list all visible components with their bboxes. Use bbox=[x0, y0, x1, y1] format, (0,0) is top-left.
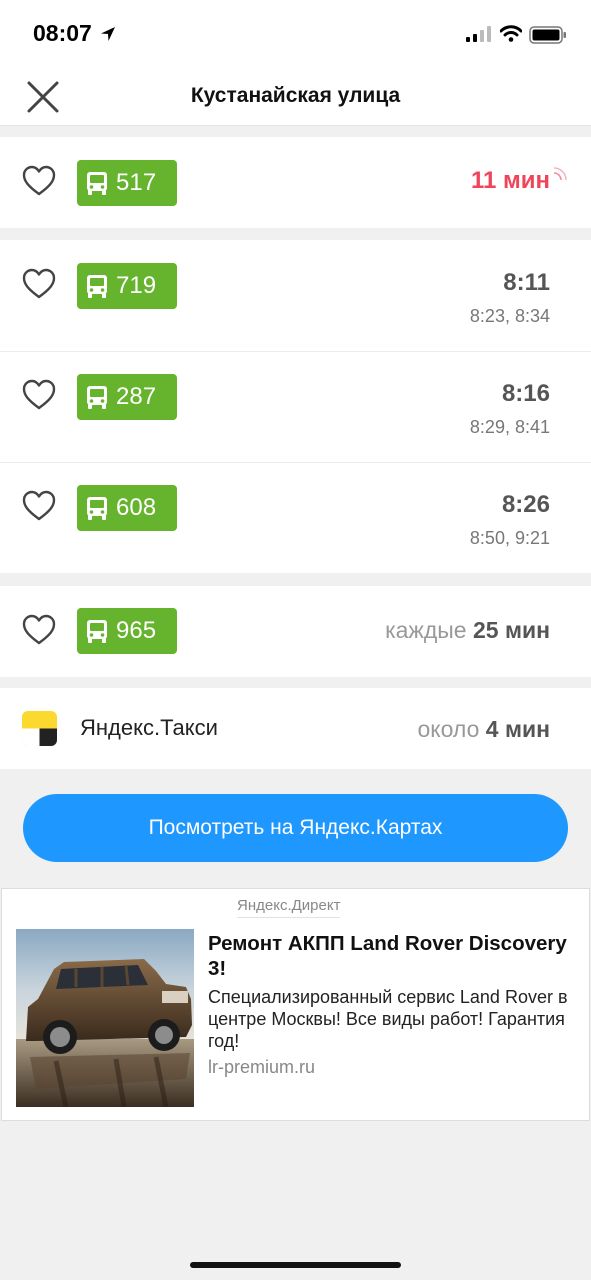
route-badge[interactable]: 517 bbox=[77, 160, 177, 206]
later-departures: 8:23, 8:34 bbox=[469, 306, 550, 326]
next-departure: 8:16 bbox=[501, 380, 550, 407]
home-indicator[interactable] bbox=[190, 1262, 401, 1268]
ad-image[interactable] bbox=[16, 929, 194, 1107]
route-badge[interactable]: 719 bbox=[77, 263, 177, 309]
route-badge[interactable]: 287 bbox=[77, 374, 177, 420]
bus-icon bbox=[87, 386, 107, 409]
cellular-signal-icon bbox=[466, 26, 491, 42]
open-in-yandex-maps-label: Посмотреть на Яндекс.Картах bbox=[148, 816, 443, 839]
route-row[interactable]: 608 8:26 8:50, 9:21 bbox=[0, 462, 591, 573]
bus-icon bbox=[87, 620, 107, 643]
ad-source: Яндекс.Директ bbox=[237, 897, 341, 918]
next-departure: 8:11 bbox=[503, 269, 550, 296]
yandex-taxi-logo bbox=[22, 711, 57, 746]
later-departures: 8:29, 8:41 bbox=[469, 417, 550, 437]
ad-text: Специализированный сервис Land Rover в ц… bbox=[208, 987, 568, 1051]
favorite-heart-icon[interactable] bbox=[22, 165, 56, 197]
interval-route-card: 965 каждые 25 мин bbox=[0, 586, 591, 677]
taxi-eta-prefix: около bbox=[417, 716, 480, 742]
ad-block[interactable]: Яндекс.Директ Ремонт АКПП Land Rover Dis… bbox=[1, 888, 590, 1121]
favorite-heart-icon[interactable] bbox=[22, 268, 56, 300]
next-departure: 8:26 bbox=[501, 491, 550, 518]
battery-icon bbox=[529, 26, 566, 44]
interval-prefix: каждые bbox=[385, 617, 467, 643]
route-row[interactable]: 517 11 мин bbox=[0, 137, 591, 228]
favorite-heart-icon[interactable] bbox=[22, 614, 56, 646]
taxi-eta: около 4 мин bbox=[418, 716, 551, 743]
header: Кустанайская улица bbox=[0, 70, 591, 126]
bus-icon bbox=[87, 275, 107, 298]
taxi-name: Яндекс.Такси bbox=[80, 715, 218, 740]
open-in-yandex-maps-button[interactable]: Посмотреть на Яндекс.Картах bbox=[23, 794, 568, 862]
live-signal-icon bbox=[553, 167, 567, 181]
later-departures: 8:50, 9:21 bbox=[469, 528, 550, 548]
wifi-icon bbox=[500, 25, 522, 42]
taxi-card[interactable]: Яндекс.Такси около 4 мин bbox=[0, 688, 591, 769]
interval-info: каждые 25 мин bbox=[385, 617, 550, 644]
route-badge[interactable]: 965 bbox=[77, 608, 177, 654]
route-row[interactable]: 719 8:11 8:23, 8:34 bbox=[0, 240, 591, 351]
route-row[interactable]: 965 каждые 25 мин bbox=[0, 586, 591, 677]
route-number: 517 bbox=[116, 169, 157, 196]
bus-icon bbox=[87, 497, 107, 520]
route-number: 719 bbox=[116, 272, 157, 299]
route-number: 965 bbox=[116, 617, 157, 644]
status-bar: 08:07 bbox=[0, 0, 591, 70]
ad-domain-link[interactable]: lr-premium.ru bbox=[208, 1057, 315, 1078]
page-title: Кустанайская улица bbox=[190, 84, 401, 107]
favorite-heart-icon[interactable] bbox=[22, 379, 56, 411]
arrival-time: 11 мин bbox=[470, 167, 550, 194]
ad-title[interactable]: Ремонт АКПП Land Rover Discovery 3! bbox=[208, 931, 578, 981]
taxi-eta-value: 4 мин bbox=[485, 716, 550, 742]
route-badge[interactable]: 608 bbox=[77, 485, 177, 531]
scheduled-routes-card: 719 8:11 8:23, 8:34 287 8:16 8:29, 8:41 bbox=[0, 240, 591, 573]
interval-value: 25 мин bbox=[472, 617, 550, 643]
route-number: 608 bbox=[116, 494, 157, 521]
favorite-heart-icon[interactable] bbox=[22, 490, 56, 522]
location-arrow-icon bbox=[101, 27, 115, 41]
status-time: 08:07 bbox=[33, 20, 92, 46]
route-row[interactable]: 287 8:16 8:29, 8:41 bbox=[0, 351, 591, 462]
bus-icon bbox=[87, 172, 107, 195]
live-route-card: 517 11 мин bbox=[0, 137, 591, 228]
route-number: 287 bbox=[116, 383, 157, 410]
